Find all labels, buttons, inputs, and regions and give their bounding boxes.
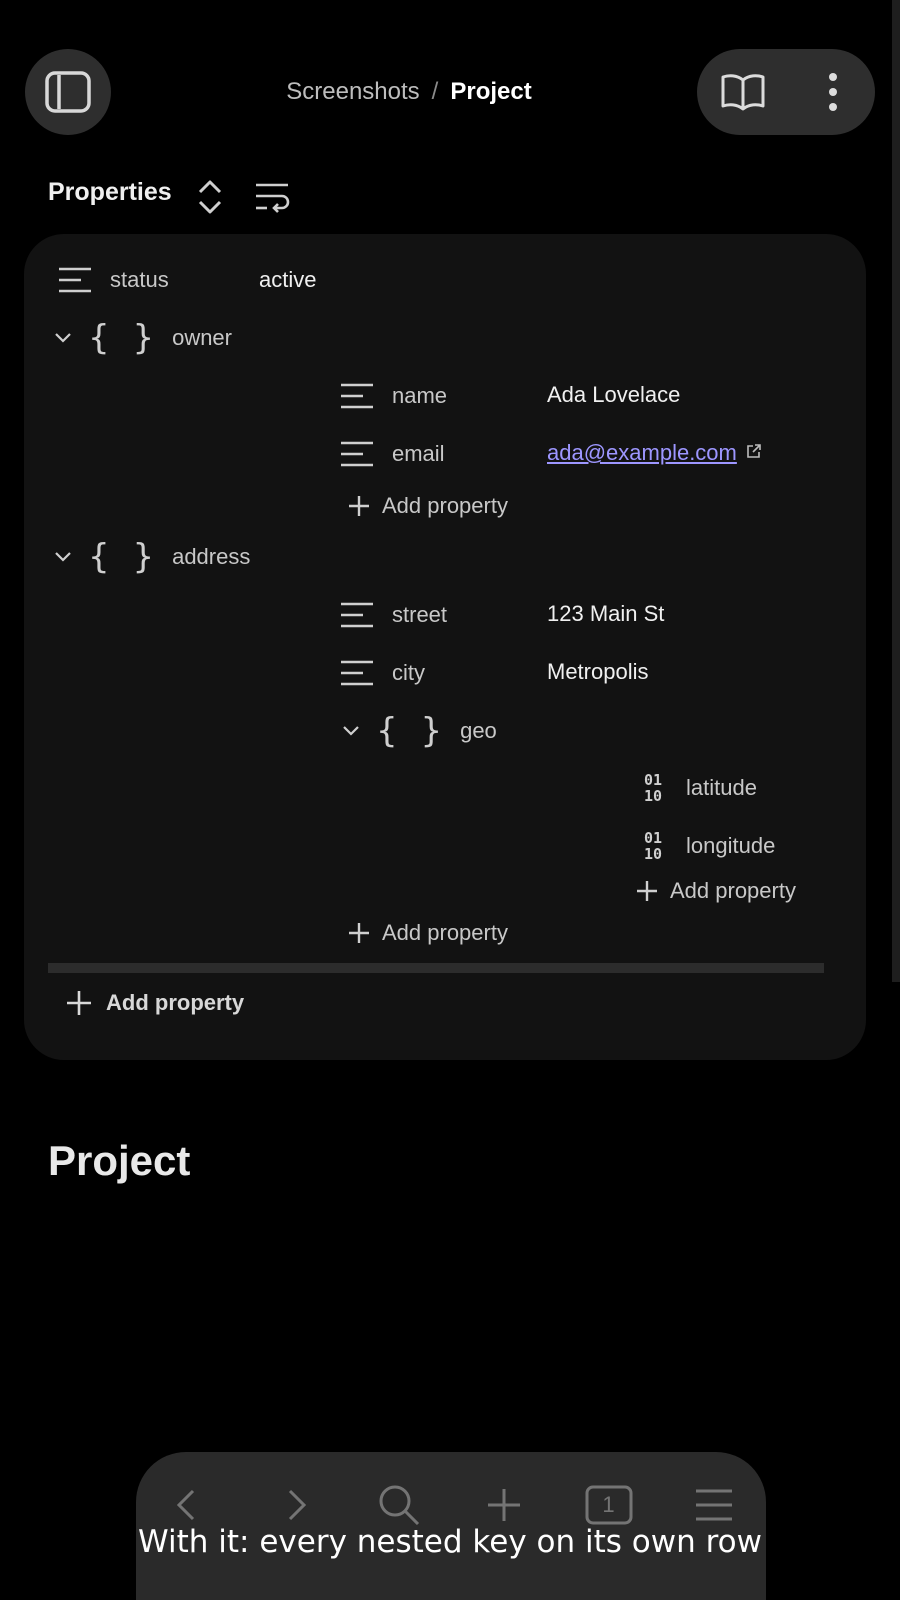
breadcrumb-separator: / bbox=[431, 78, 439, 105]
scrollbar[interactable] bbox=[892, 0, 900, 982]
object-braces-icon: { } bbox=[88, 318, 161, 358]
chevron-down-icon[interactable] bbox=[52, 537, 74, 577]
plus-icon bbox=[349, 923, 369, 943]
binary-icon-top: 01 bbox=[643, 771, 663, 789]
property-row-status[interactable]: status bbox=[56, 260, 169, 300]
property-row-longitude[interactable]: 01 10 longitude bbox=[634, 826, 775, 866]
breadcrumb: Screenshots / Project bbox=[0, 72, 818, 112]
add-property-label: Add property bbox=[106, 990, 245, 1015]
chevrons-up-down-icon bbox=[198, 180, 222, 214]
properties-panel: status active { } owner name Ada Lovelac… bbox=[24, 234, 866, 1060]
breadcrumb-current[interactable]: Project bbox=[450, 78, 531, 106]
external-link-icon bbox=[747, 444, 761, 458]
text-lines-icon bbox=[338, 595, 376, 635]
property-key: name bbox=[392, 383, 448, 408]
property-key: address bbox=[172, 544, 251, 569]
property-value-city[interactable]: Metropolis bbox=[547, 659, 648, 685]
add-property-label: Add property bbox=[382, 920, 508, 945]
property-key: street bbox=[392, 602, 448, 627]
property-row-latitude[interactable]: 01 10 latitude bbox=[634, 768, 757, 808]
text-lines-icon bbox=[56, 260, 94, 300]
breadcrumb-parent[interactable]: Screenshots bbox=[286, 78, 419, 106]
text-lines-icon bbox=[338, 653, 376, 693]
plus-icon bbox=[349, 496, 369, 516]
property-key: longitude bbox=[686, 833, 776, 858]
more-vertical-icon bbox=[829, 73, 837, 111]
plus-icon bbox=[487, 1489, 520, 1521]
plus-icon bbox=[637, 881, 657, 901]
add-property-label: Add property bbox=[382, 493, 508, 518]
property-row-email[interactable]: email bbox=[338, 434, 445, 474]
property-row-geo[interactable]: { } geo bbox=[340, 711, 497, 751]
text-lines-icon bbox=[338, 376, 376, 416]
chevron-down-icon[interactable] bbox=[52, 318, 74, 358]
text-lines-icon bbox=[338, 434, 376, 474]
property-key: geo bbox=[460, 718, 497, 743]
binary-icon-bottom: 10 bbox=[643, 845, 663, 863]
property-key: latitude bbox=[686, 775, 757, 800]
menu-button[interactable] bbox=[690, 1481, 738, 1529]
property-row-city[interactable]: city bbox=[338, 653, 425, 693]
property-key: city bbox=[392, 660, 425, 685]
add-property-button-address[interactable]: Add property bbox=[348, 913, 508, 953]
more-options-button[interactable] bbox=[809, 68, 857, 116]
plus-icon bbox=[67, 991, 91, 1015]
add-property-button-owner[interactable]: Add property bbox=[348, 486, 508, 526]
email-link[interactable]: ada@example.com bbox=[547, 440, 737, 466]
page-title[interactable]: Project bbox=[48, 1137, 190, 1185]
arrow-left-icon bbox=[176, 1489, 194, 1521]
bottom-navigation-icons: 1 bbox=[136, 1480, 766, 1530]
property-value-status[interactable]: active bbox=[259, 267, 316, 293]
property-key: owner bbox=[172, 325, 232, 350]
top-actions-pill bbox=[697, 49, 875, 135]
caption-overlay: With it: every nested key on its own row bbox=[138, 1524, 762, 1560]
add-property-button[interactable]: Add property bbox=[66, 983, 244, 1023]
reading-view-button[interactable] bbox=[719, 68, 767, 116]
property-key: status bbox=[110, 267, 169, 292]
back-button[interactable] bbox=[165, 1481, 213, 1529]
arrow-right-icon bbox=[288, 1489, 306, 1521]
properties-heading[interactable]: Properties bbox=[48, 178, 172, 207]
menu-icon bbox=[695, 1489, 732, 1521]
tabs-button[interactable]: 1 bbox=[585, 1481, 633, 1529]
object-braces-icon: { } bbox=[88, 537, 161, 577]
property-row-name[interactable]: name bbox=[338, 376, 447, 416]
search-icon bbox=[379, 1485, 419, 1526]
property-key: email bbox=[392, 441, 445, 466]
properties-divider bbox=[48, 963, 824, 973]
chevron-down-icon[interactable] bbox=[340, 711, 362, 751]
wrap-text-button[interactable] bbox=[252, 179, 292, 215]
new-note-button[interactable] bbox=[480, 1481, 528, 1529]
add-property-label: Add property bbox=[670, 878, 796, 903]
property-row-owner[interactable]: { } owner bbox=[52, 318, 232, 358]
search-button[interactable] bbox=[375, 1481, 423, 1529]
add-property-button-geo[interactable]: Add property bbox=[636, 871, 796, 911]
tab-count: 1 bbox=[602, 1492, 615, 1517]
book-open-icon bbox=[721, 74, 765, 111]
binary-number-icon: 01 10 bbox=[634, 826, 672, 866]
wrap-text-icon bbox=[256, 183, 290, 213]
property-row-street[interactable]: street bbox=[338, 595, 447, 635]
forward-button[interactable] bbox=[270, 1481, 318, 1529]
property-row-address[interactable]: { } address bbox=[52, 537, 250, 577]
property-value-name[interactable]: Ada Lovelace bbox=[547, 382, 680, 408]
sort-properties-button[interactable] bbox=[194, 177, 226, 217]
property-value-street[interactable]: 123 Main St bbox=[547, 601, 664, 627]
binary-icon-bottom: 10 bbox=[643, 787, 663, 805]
object-braces-icon: { } bbox=[376, 711, 449, 751]
binary-number-icon: 01 10 bbox=[634, 768, 672, 808]
binary-icon-top: 01 bbox=[643, 829, 663, 847]
